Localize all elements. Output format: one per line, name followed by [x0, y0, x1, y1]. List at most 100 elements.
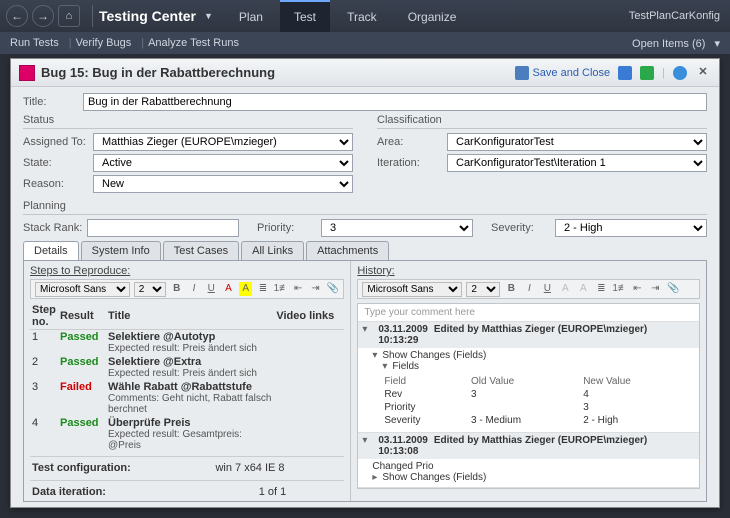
stack-rank-label: Stack Rank: [23, 222, 87, 234]
work-item-panel: Bug 15: Bug in der Rabattberechnung Save… [10, 58, 720, 508]
subnav-run-tests[interactable]: Run Tests [10, 37, 59, 49]
list-ul-button-r[interactable]: ≣ [594, 282, 608, 296]
attachment-button-r[interactable]: 📎 [666, 282, 680, 296]
title-field[interactable] [83, 93, 707, 111]
highlight-button-r[interactable]: A [576, 282, 590, 296]
outdent-button[interactable]: ⇤ [292, 282, 305, 296]
top-nav: Plan Test Track Organize [225, 0, 471, 32]
app-topbar: ← → ⌂ Testing Center ▼ Plan Test Track O… [0, 0, 730, 32]
subnav-verify-bugs[interactable]: Verify Bugs [76, 37, 132, 49]
comment-placeholder[interactable]: Type your comment here [358, 304, 699, 322]
font-size-select[interactable]: 2 [134, 282, 166, 297]
forward-button[interactable]: → [32, 5, 54, 27]
refresh-button[interactable] [640, 66, 654, 80]
data-iter-count: 1 of 1 [259, 486, 343, 498]
tab-system-info[interactable]: System Info [81, 241, 161, 260]
tab-attachments[interactable]: Attachments [306, 241, 389, 260]
assigned-to-field[interactable]: Matthias Zieger (EUROPE\mzieger) [93, 133, 353, 151]
severity-field[interactable]: 2 - High [555, 219, 707, 237]
status-group-label: Status [23, 114, 353, 129]
area-field[interactable]: CarKonfiguratorTest [447, 133, 707, 151]
font-size-select-r[interactable]: 2 [466, 282, 500, 297]
assigned-to-label: Assigned To: [23, 136, 93, 148]
history-entry: ▾03.11.2009 10:13:29Edited by Matthias Z… [358, 322, 699, 433]
steps-table: Step no. Result Title Video links 1Passe… [30, 303, 344, 452]
work-item-heading: Bug 15: Bug in der Rabattberechnung [41, 65, 275, 80]
planning-group-label: Planning [23, 200, 707, 215]
attachment-button[interactable]: 📎 [326, 282, 339, 296]
nav-test[interactable]: Test [280, 0, 330, 32]
rich-toolbar-right: Microsoft Sans 2 B I U A A ≣ 1≢ ⇤ ⇥ 📎 [357, 279, 700, 299]
sub-nav: Run Tests| Verify Bugs| Analyze Test Run… [0, 32, 730, 54]
stack-rank-field[interactable] [87, 219, 239, 237]
test-config-label: Test configuration: [32, 462, 213, 474]
step-row: 2PassedSelektiere @ExtraExpected result:… [30, 355, 344, 380]
detail-tabs: Details System Info Test Cases All Links… [23, 241, 707, 261]
home-button[interactable]: ⌂ [58, 5, 80, 27]
history-pane: History: Microsoft Sans 2 B I U A A ≣ 1≢… [351, 261, 706, 501]
reason-label: Reason: [23, 178, 93, 190]
repro-label: Steps to Reproduce: [30, 265, 344, 277]
underline-button[interactable]: U [205, 282, 218, 296]
bold-button[interactable]: B [170, 282, 183, 296]
repro-pane: Steps to Reproduce: Microsoft Sans 2 B I… [24, 261, 351, 501]
activity-center-dropdown[interactable]: ▼ [204, 11, 213, 21]
rich-toolbar-left: Microsoft Sans 2 B I U A A ≣ 1≢ ⇤ ⇥ 📎 [30, 279, 344, 299]
open-items-link[interactable]: Open Items (6) [632, 38, 705, 50]
back-button[interactable]: ← [6, 5, 28, 27]
state-field[interactable]: Active [93, 154, 353, 172]
nav-plan[interactable]: Plan [225, 2, 277, 32]
save-and-close-button[interactable]: Save and Close [515, 66, 610, 80]
italic-button[interactable]: I [187, 282, 200, 296]
tab-details[interactable]: Details [23, 241, 79, 260]
state-label: State: [23, 157, 93, 169]
tab-test-cases[interactable]: Test Cases [163, 241, 239, 260]
highlight-button[interactable]: A [239, 282, 252, 296]
font-select-r[interactable]: Microsoft Sans [362, 282, 462, 297]
priority-field[interactable]: 3 [321, 219, 473, 237]
tab-all-links[interactable]: All Links [241, 241, 304, 260]
close-button[interactable]: ✕ [695, 65, 711, 81]
area-label: Area: [377, 136, 447, 148]
col-video: Video links [274, 303, 344, 330]
outdent-button-r[interactable]: ⇤ [630, 282, 644, 296]
collapse-icon[interactable]: ▾ [362, 324, 372, 346]
step-row: 3FailedWähle Rabatt @RabattstufeComments… [30, 380, 344, 416]
nav-track[interactable]: Track [333, 2, 391, 32]
panel-header: Bug 15: Bug in der Rabattberechnung Save… [11, 59, 719, 87]
history-entry: ▾03.11.2009 10:13:08Edited by Matthias Z… [358, 433, 699, 488]
collapse-icon[interactable]: ▾ [362, 435, 372, 457]
help-button[interactable] [673, 66, 687, 80]
col-result: Result [58, 303, 106, 330]
col-title: Title [106, 303, 274, 330]
indent-button-r[interactable]: ⇥ [648, 282, 662, 296]
testplan-name[interactable]: TestPlanCarKonfig [629, 10, 724, 22]
history-label: History: [357, 265, 700, 277]
classification-group-label: Classification [377, 114, 707, 129]
priority-label: Priority: [257, 222, 321, 234]
save-button[interactable] [618, 66, 632, 80]
title-label: Title: [23, 96, 83, 108]
underline-button-r[interactable]: U [540, 282, 554, 296]
activity-center-title: Testing Center [99, 8, 196, 24]
font-color-button-r[interactable]: A [558, 282, 572, 296]
iteration-field[interactable]: CarKonfiguratorTest\Iteration 1 [447, 154, 707, 172]
list-ol-button[interactable]: 1≢ [274, 282, 288, 296]
reason-field[interactable]: New [93, 175, 353, 193]
bug-icon [19, 65, 35, 81]
font-select[interactable]: Microsoft Sans [35, 282, 130, 297]
history-entry: ▾03.11.2009 10:12:53Edited by Matthias Z… [358, 488, 699, 489]
col-step: Step no. [30, 303, 58, 330]
font-color-button[interactable]: A [222, 282, 235, 296]
subnav-analyze-runs[interactable]: Analyze Test Runs [148, 37, 239, 49]
history-list[interactable]: Type your comment here ▾03.11.2009 10:13… [357, 303, 700, 489]
indent-button[interactable]: ⇥ [309, 282, 322, 296]
step-row: 4PassedÜberprüfe PreisExpected result: G… [30, 416, 344, 452]
italic-button-r[interactable]: I [522, 282, 536, 296]
bold-button-r[interactable]: B [504, 282, 518, 296]
list-ul-button[interactable]: ≣ [256, 282, 269, 296]
iteration-label: Iteration: [377, 157, 447, 169]
chevron-down-icon[interactable]: ▾ [714, 38, 720, 50]
nav-organize[interactable]: Organize [394, 2, 471, 32]
list-ol-button-r[interactable]: 1≢ [612, 282, 626, 296]
